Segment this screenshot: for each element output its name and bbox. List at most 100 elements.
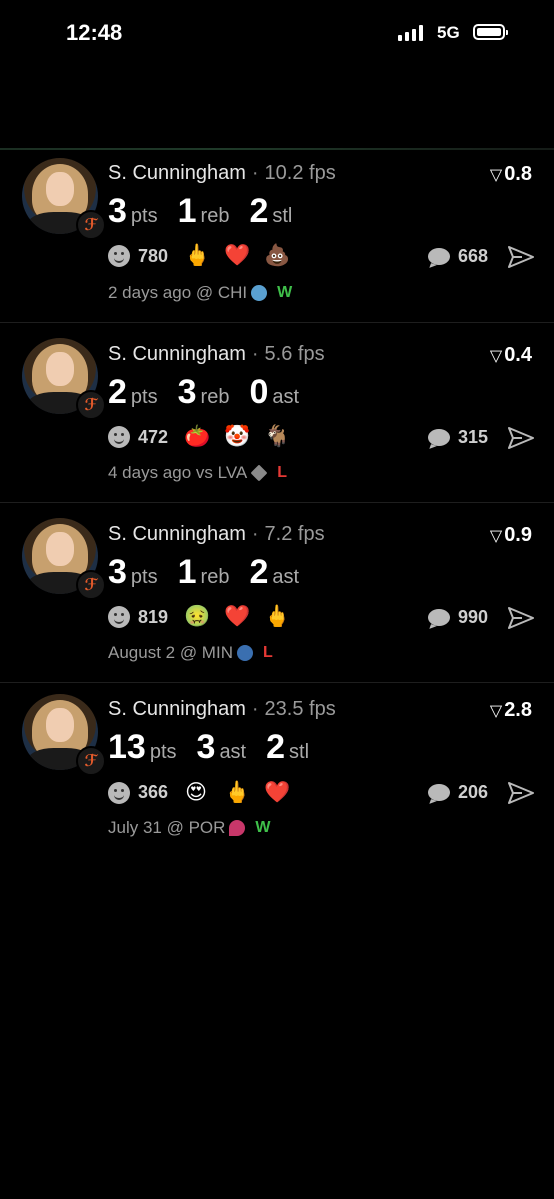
score-value: 0.8 [504,163,532,185]
score[interactable]: ▽ 0.8 [490,163,532,186]
stat-unit: pts [130,566,158,588]
stat-unit: reb [200,386,230,408]
stat-unit: ast [272,386,300,408]
player-line: S. Cunningham · 5.6 fps [108,343,325,366]
stat-line: 13 pts 3 ast 2 stl [108,728,329,767]
stat-line: 3 pts 1 reb 2 stl [108,192,312,231]
stat-value: 1 [177,553,197,591]
stat-unit: stl [289,741,310,763]
comments-button[interactable]: 668 [427,246,488,267]
stat-value: 3 [108,192,127,230]
game-meta: 4 days ago vs LVA L [108,463,287,483]
reaction-row: 780 🖕 ❤️ 💩 [108,244,304,268]
comment-count: 990 [457,607,488,627]
player-name[interactable]: S. Cunningham [108,698,246,720]
score-value: 0.9 [504,524,532,546]
score[interactable]: ▽ 0.4 [490,344,532,367]
game-meta: 2 days ago @ CHI W [108,283,292,303]
score[interactable]: ▽ 2.8 [490,699,532,722]
comment-icon [427,248,450,265]
reaction-emoji[interactable]: 🖕 [264,605,290,629]
comments-button[interactable]: 990 [427,607,488,628]
status-time: 12:48 [66,20,123,45]
reaction-emoji[interactable]: 🤢 [184,605,210,629]
comment-count: 668 [457,246,488,266]
reaction-emoji[interactable]: 🍅 [184,425,210,449]
reaction-emoji[interactable]: ❤️ [224,244,250,268]
separator: · [251,698,259,720]
stat-unit: ast [272,566,300,588]
score-value: 2.8 [504,699,532,721]
opponent-logo-icon [236,645,253,661]
stat-unit: ast [219,741,247,763]
add-reaction-icon[interactable] [108,781,130,804]
stat-unit: pts [130,205,158,227]
comments-button[interactable]: 315 [427,427,488,448]
comment-count: 315 [457,427,488,447]
reaction-emoji[interactable]: 😍 [184,780,208,805]
reaction-emoji[interactable]: ❤️ [264,781,290,805]
reaction-count: 780 [138,245,169,266]
player-name[interactable]: S. Cunningham [108,523,246,545]
stat-unit: reb [200,205,230,227]
game-card[interactable]: ℱ S. Cunningham · 7.2 fps ▽ 0.9 3 pts 1 reb 2… [0,502,554,683]
stat-value: 2 [266,728,286,766]
reaction-row: 819 🤢 ❤️ 🖕 [108,605,304,629]
stat-unit: pts [149,741,177,763]
send-icon[interactable] [508,246,534,268]
player-line: S. Cunningham · 23.5 fps [108,698,336,721]
add-reaction-icon[interactable] [108,245,130,267]
stat-value: 13 [108,728,146,766]
comment-icon [427,429,450,446]
comments-button[interactable]: 206 [427,782,488,803]
reaction-emoji[interactable]: 🤡 [224,425,250,449]
stat-value: 2 [108,373,127,411]
reaction-emoji[interactable]: 🐐 [264,425,290,449]
comment-icon [427,609,450,626]
player-line: S. Cunningham · 10.2 fps [108,162,336,185]
stat-unit: stl [272,205,293,227]
team-logo-icon: ℱ [76,570,106,600]
comment-count: 206 [457,782,488,802]
send-icon[interactable] [508,427,534,449]
stat-value: 3 [108,553,127,591]
opponent-logo-icon [229,820,246,836]
reaction-emoji[interactable]: ❤️ [224,605,250,629]
game-result: L [262,644,273,661]
game-card[interactable]: ℱ S. Cunningham · 5.6 fps ▽ 0.4 2 pts 3 reb 0… [0,322,554,503]
team-logo-icon: ℱ [76,746,106,776]
reaction-emoji[interactable]: 💩 [264,244,290,268]
send-icon[interactable] [508,782,534,804]
separator: · [251,162,259,184]
game-info: July 31 @ POR [108,818,226,837]
player-name[interactable]: S. Cunningham [108,162,246,184]
stat-value: 1 [177,192,197,230]
signal-icon [398,25,423,41]
score[interactable]: ▽ 0.9 [490,524,532,547]
stat-value: 3 [196,728,216,766]
game-info: 4 days ago vs LVA [108,463,248,482]
reaction-row: 472 🍅 🤡 🐐 [108,425,304,449]
reaction-emoji[interactable]: 🖕 [184,244,210,268]
add-reaction-icon[interactable] [108,426,130,448]
stat-value: 2 [249,192,269,230]
game-card[interactable]: ℱ S. Cunningham · 23.5 fps ▽ 2.8 13 pts 3 ast… [0,682,554,852]
opponent-logo-icon [251,285,268,301]
game-info: August 2 @ MIN [108,643,233,662]
fps-value: 10.2 fps [264,162,336,184]
stat-value: 2 [249,553,269,591]
send-icon[interactable] [508,607,534,629]
battery-icon [473,24,508,40]
team-logo-icon: ℱ [76,210,106,240]
opponent-logo-icon [250,464,268,482]
game-card[interactable]: ℱ S. Cunningham · 10.2 fps ▽ 0.8 3 pts 1 reb … [0,150,554,323]
stat-value: 3 [177,373,197,411]
score-arrow-icon: ▽ [489,703,503,720]
stat-line: 2 pts 3 reb 0 ast [108,373,319,412]
team-logo-icon: ℱ [76,390,106,420]
reaction-emoji[interactable]: 🖕 [224,781,250,805]
player-name[interactable]: S. Cunningham [108,343,246,365]
add-reaction-icon[interactable] [108,606,130,628]
stat-line: 3 pts 1 reb 2 ast [108,553,319,592]
stat-value: 0 [249,373,269,411]
